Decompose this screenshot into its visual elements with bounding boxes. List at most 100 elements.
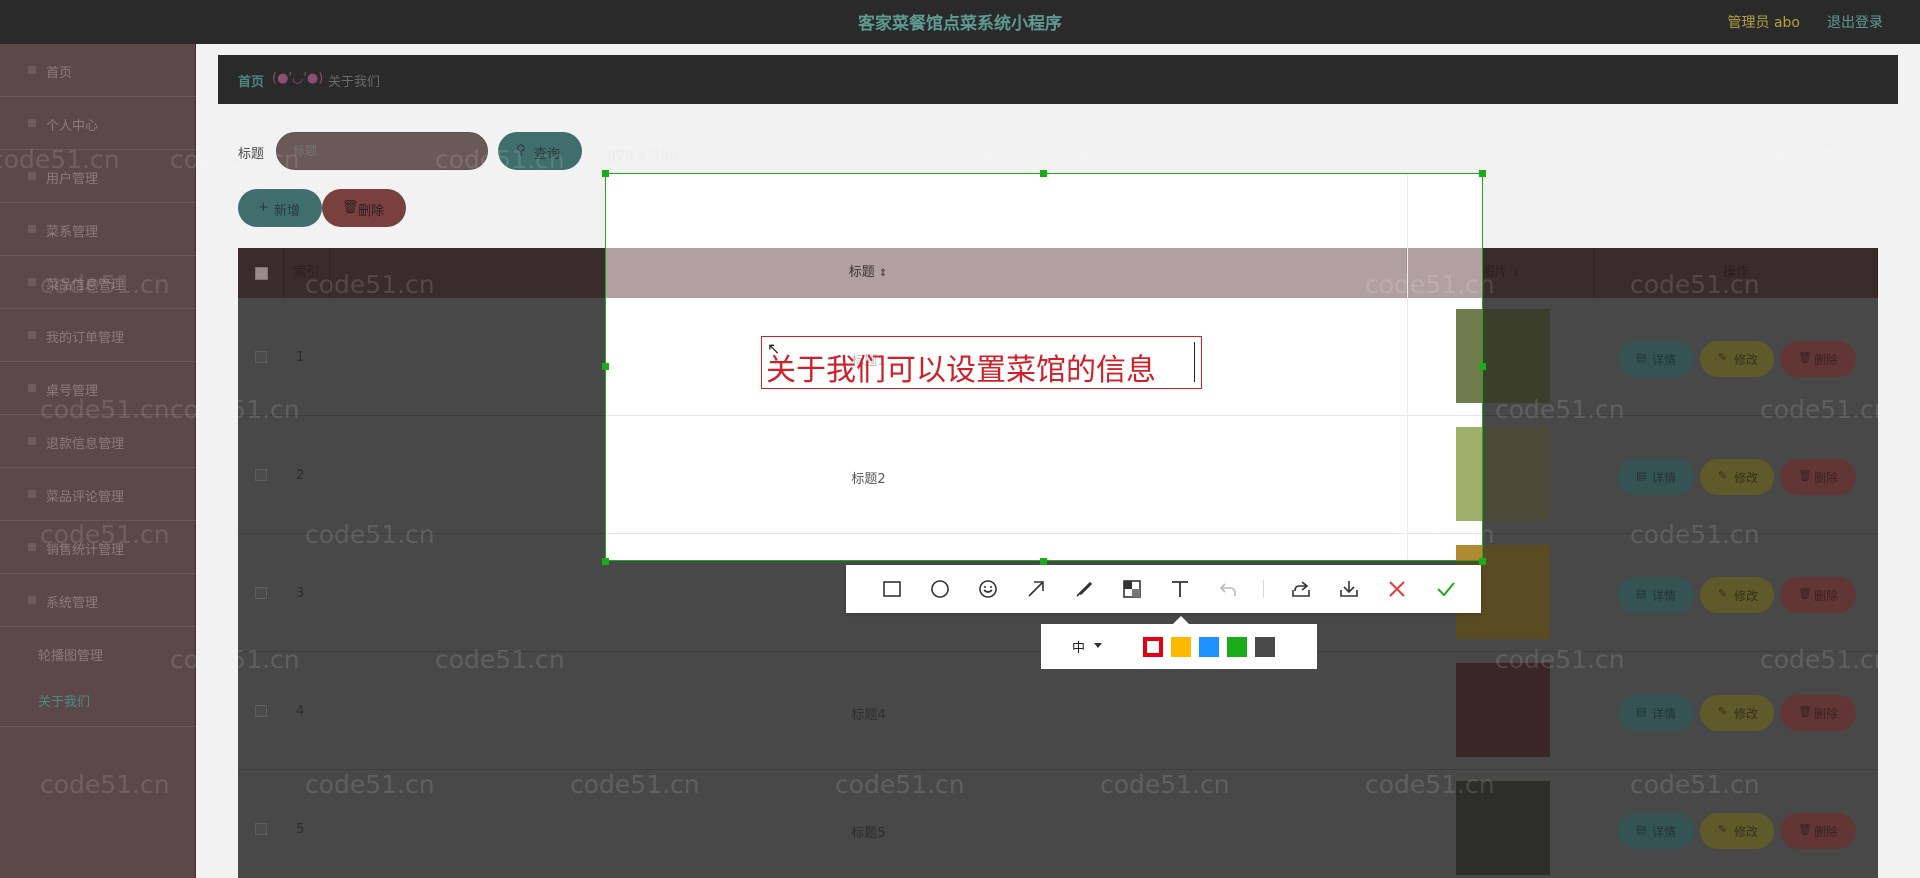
text-icon[interactable] <box>1168 577 1192 601</box>
row-delete-button-label: 删除 <box>1814 707 1839 721</box>
edit-button-label: 修改 <box>1734 589 1759 603</box>
row-delete-button[interactable]: 🗑 删除 <box>1780 577 1856 613</box>
download-icon[interactable] <box>1337 577 1361 601</box>
row-index: 3 <box>296 586 305 601</box>
edit-button[interactable]: ✎ 修改 <box>1700 813 1774 849</box>
resize-handle[interactable] <box>1040 170 1047 177</box>
select-all-checkbox[interactable] <box>238 248 284 298</box>
doc-icon: ▤ <box>1636 705 1647 718</box>
text-annotation[interactable]: 关于我们可以设置菜馆的信息 <box>766 345 1156 389</box>
resize-handle[interactable] <box>602 558 609 565</box>
doc-icon: ▤ <box>1636 469 1647 482</box>
doc-icon: ▤ <box>1636 351 1647 364</box>
sidebar: 首页 个人中心 用户管理 菜系管理 菜品信息管理 我的订单管理 桌号管理 退款信… <box>0 44 196 878</box>
detail-button[interactable]: ▤ 详情 <box>1618 813 1694 849</box>
resize-handle[interactable] <box>1479 170 1486 177</box>
color-swatch-gray[interactable] <box>1255 637 1275 657</box>
row-delete-button[interactable]: 🗑 删除 <box>1780 695 1856 731</box>
edit-button[interactable]: ✎ 修改 <box>1700 695 1774 731</box>
undo-icon[interactable] <box>1216 577 1240 601</box>
sidebar-item-label: 系统管理 <box>46 596 99 611</box>
menu-icon <box>28 384 36 392</box>
detail-button[interactable]: ▤ 详情 <box>1618 341 1694 377</box>
color-swatch-green[interactable] <box>1227 637 1247 657</box>
sidebar-item-refunds[interactable]: 退款信息管理 <box>0 415 196 468</box>
search-icon: ⚲ <box>516 143 526 158</box>
rectangle-icon[interactable] <box>880 577 904 601</box>
row-delete-button[interactable]: 🗑 删除 <box>1780 459 1856 495</box>
capture-row <box>605 534 1483 561</box>
resize-handle[interactable] <box>1479 363 1486 370</box>
sidebar-item-label: 菜品评论管理 <box>46 490 125 505</box>
brush-icon[interactable] <box>1072 577 1096 601</box>
sidebar-item-label: 菜品信息管理 <box>46 278 125 293</box>
row-checkbox[interactable] <box>255 705 267 717</box>
delete-button[interactable]: 🗑 删除 <box>322 189 406 227</box>
font-size-select[interactable]: 中 <box>1072 637 1085 656</box>
dish-image <box>1456 781 1550 875</box>
resize-handle[interactable] <box>602 170 609 177</box>
sidebar-item-users[interactable]: 用户管理 <box>0 150 196 203</box>
row-delete-button-label: 删除 <box>1814 589 1839 603</box>
row-checkbox[interactable] <box>255 587 267 599</box>
edit-button[interactable]: ✎ 修改 <box>1700 341 1774 377</box>
resize-handle[interactable] <box>1040 558 1047 565</box>
sidebar-item-dishes[interactable]: 菜品信息管理 <box>0 256 196 309</box>
check-icon[interactable] <box>1434 577 1458 601</box>
row-delete-button-label: 删除 <box>1814 353 1839 367</box>
detail-button[interactable]: ▤ 详情 <box>1618 577 1694 613</box>
query-button-label: 查询 <box>534 147 561 162</box>
sidebar-item-orders[interactable]: 我的订单管理 <box>0 309 196 362</box>
row-checkbox[interactable] <box>255 823 267 835</box>
color-swatch-yellow[interactable] <box>1171 637 1191 657</box>
search-input[interactable] <box>276 132 488 170</box>
add-button[interactable]: + 新增 <box>238 189 322 227</box>
trash-icon: 🗑 <box>1798 705 1812 718</box>
color-swatch-blue[interactable] <box>1199 637 1219 657</box>
sidebar-item-label: 销售统计管理 <box>46 543 125 558</box>
header-image-label: 图片 <box>1481 265 1508 280</box>
query-button[interactable]: ⚲ 查询 <box>498 132 582 170</box>
sidebar-item-label: 个人中心 <box>46 119 99 134</box>
text-caret <box>1194 342 1195 382</box>
sidebar-item-about[interactable]: 关于我们 <box>0 673 196 727</box>
row-checkbox[interactable] <box>255 351 267 363</box>
pencil-icon: ✎ <box>1718 351 1728 364</box>
emoji-icon[interactable] <box>976 577 1000 601</box>
share-icon[interactable] <box>1289 577 1313 601</box>
sidebar-item-home[interactable]: 首页 <box>0 44 196 97</box>
close-icon[interactable] <box>1385 577 1409 601</box>
capture-header-title: 标题 ⇕ <box>605 248 1407 298</box>
detail-button[interactable]: ▤ 详情 <box>1618 695 1694 731</box>
sidebar-item-profile[interactable]: 个人中心 <box>0 97 196 150</box>
sidebar-item-carousel[interactable]: 轮播图管理 <box>0 627 196 673</box>
trash-icon: 🗑 <box>1798 469 1812 482</box>
watermark: code51.cn <box>965 145 1095 174</box>
edit-button-label: 修改 <box>1734 707 1759 721</box>
menu-icon <box>28 278 36 286</box>
sidebar-item-cuisine[interactable]: 菜系管理 <box>0 203 196 256</box>
circle-icon[interactable] <box>928 577 952 601</box>
row-delete-button[interactable]: 🗑 删除 <box>1780 341 1856 377</box>
edit-button[interactable]: ✎ 修改 <box>1700 459 1774 495</box>
sidebar-item-tables[interactable]: 桌号管理 <box>0 362 196 415</box>
resize-handle[interactable] <box>1479 558 1486 565</box>
breadcrumb-home[interactable]: 首页 <box>238 71 264 90</box>
edit-button[interactable]: ✎ 修改 <box>1700 577 1774 613</box>
row-checkbox[interactable] <box>255 469 267 481</box>
sidebar-item-comments[interactable]: 菜品评论管理 <box>0 468 196 521</box>
chevron-down-icon <box>1094 643 1102 648</box>
sidebar-item-label: 轮播图管理 <box>38 649 104 664</box>
capture-row: 标题2 <box>605 416 1483 534</box>
table-row: 4 标题4 ▤ 详情 ✎ 修改 🗑 删除 <box>238 652 1878 770</box>
sidebar-item-sales[interactable]: 销售统计管理 <box>0 521 196 574</box>
color-swatch-red[interactable] <box>1143 637 1163 657</box>
sidebar-item-label: 桌号管理 <box>46 384 99 399</box>
sidebar-item-system[interactable]: 系统管理 <box>0 574 196 627</box>
mosaic-icon[interactable] <box>1120 577 1144 601</box>
detail-button[interactable]: ▤ 详情 <box>1618 459 1694 495</box>
logout-link[interactable]: 退出登录 <box>1827 12 1883 32</box>
row-delete-button[interactable]: 🗑 删除 <box>1780 813 1856 849</box>
resize-handle[interactable] <box>602 363 609 370</box>
arrow-icon[interactable] <box>1024 577 1048 601</box>
